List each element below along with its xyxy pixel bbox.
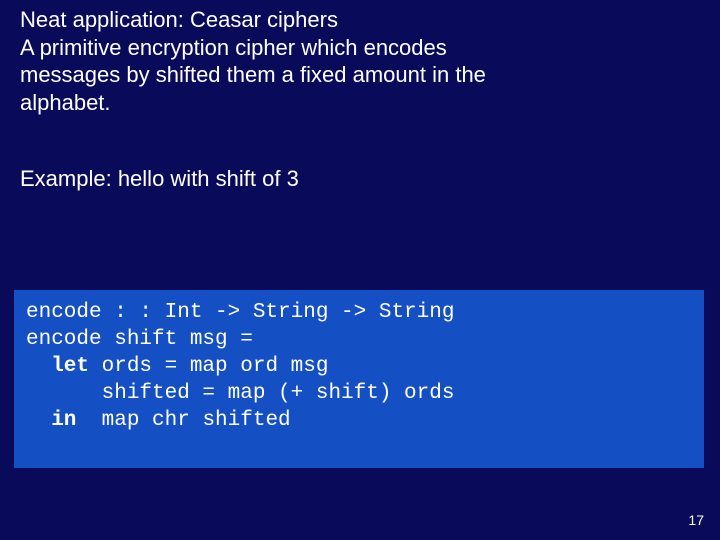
code-block: encode : : Int -> String -> String encod… (14, 290, 704, 468)
code-line-5-rest: map chr shifted (76, 409, 290, 432)
code-line-3: let ords = map ord msg (26, 354, 692, 381)
page-number: 17 (688, 512, 704, 528)
intro-line-4: alphabet. (20, 90, 111, 115)
intro-text: Neat application: Ceasar ciphers A primi… (20, 6, 700, 116)
intro-line-3: messages by shifted them a fixed amount … (20, 62, 486, 87)
example-text: Example: hello with shift of 3 (20, 165, 700, 193)
slide: Neat application: Ceasar ciphers A primi… (0, 0, 720, 540)
code-line-4: shifted = map (+ shift) ords (26, 381, 692, 408)
code-line-3-rest: ords = map ord msg (89, 355, 328, 378)
intro-line-2: A primitive encryption cipher which enco… (20, 35, 447, 60)
code-line-2: encode shift msg = (26, 327, 692, 354)
intro-line-1: Neat application: Ceasar ciphers (20, 7, 338, 32)
keyword-in: in (26, 409, 76, 432)
code-line-1: encode : : Int -> String -> String (26, 300, 692, 327)
code-line-5: in map chr shifted (26, 408, 692, 435)
keyword-let: let (26, 355, 89, 378)
